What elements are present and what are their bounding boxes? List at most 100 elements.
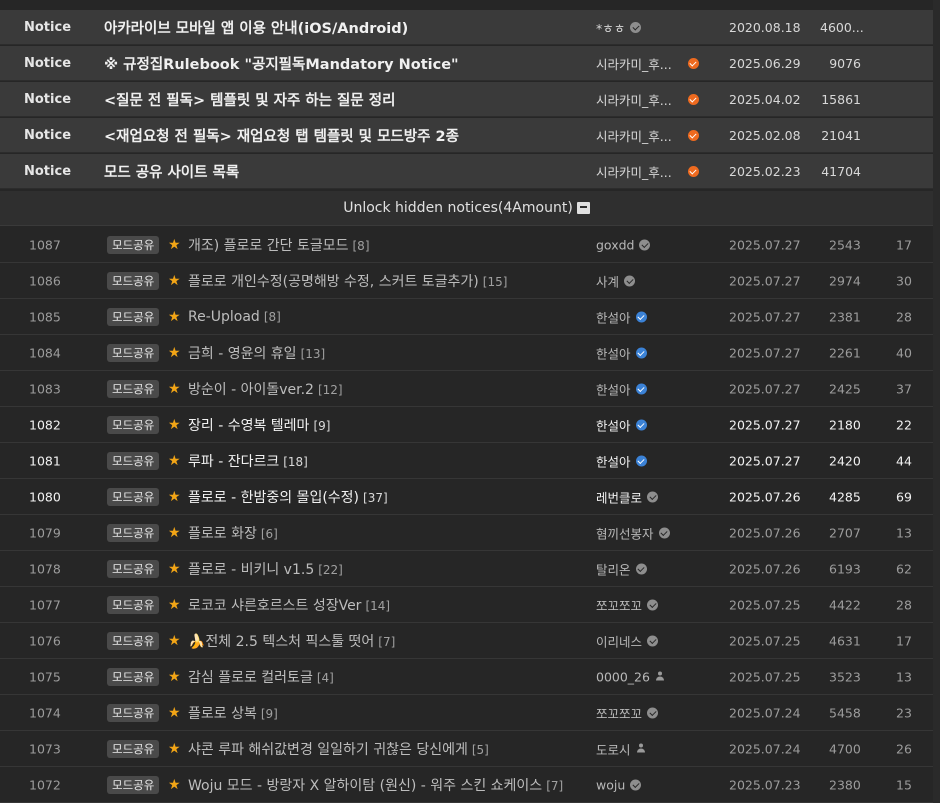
table-row[interactable]: 1078 모드공유 ★ 플로로 - 비키니 v1.5 [22] 탈리온 2025.07.26… xyxy=(0,551,933,587)
notice-author[interactable]: 시라카미_후... xyxy=(596,162,699,181)
notice-row[interactable]: Notice 아카라이브 모바일 앱 이용 안내(iOS/Android) *ㅎㅎ 2… xyxy=(0,10,933,45)
post-title-text: 장리 - 수영복 텔레마 xyxy=(188,417,310,434)
post-title-link[interactable]: 루파 - 잔다르크 [18] xyxy=(188,451,308,471)
category-badge[interactable]: 모드공유 xyxy=(107,559,160,578)
post-recommends: 17 xyxy=(896,633,912,648)
post-title-link[interactable]: 플로로 개인수정(공명해방 수정, 스커트 토글추가) [15] xyxy=(188,271,507,291)
category-badge[interactable]: 모드공유 xyxy=(107,775,160,794)
post-author[interactable]: 사계 xyxy=(596,271,636,290)
post-title-link[interactable]: 플로로 화장 [6] xyxy=(188,523,278,543)
notice-title-link[interactable]: ※ 규정집Rulebook "공지필독Mandatory Notice" xyxy=(104,53,459,74)
post-author[interactable]: 레번클로 xyxy=(596,487,659,506)
post-title-link[interactable]: 감심 플로로 컬러토글 [4] xyxy=(188,667,334,687)
table-row[interactable]: 1076 모드공유 ★ 🍌전체 2.5 텍스처 픽스툴 떳어 [7] 이리네스 2025.0… xyxy=(0,623,933,659)
category-badge[interactable]: 모드공유 xyxy=(107,343,160,362)
comment-count: [37] xyxy=(363,490,388,505)
table-row[interactable]: 1079 모드공유 ★ 플로로 화장 [6] 혐끼선봉자 2025.07.26 2707 13 xyxy=(0,515,933,551)
post-author[interactable]: 혐끼선봉자 xyxy=(596,523,670,542)
post-author[interactable]: 0000_26 xyxy=(596,669,665,684)
table-row[interactable]: 1072 모드공유 ★ Woju 모드 - 방랑자 X 알하이탐 (원신) - 워주 … xyxy=(0,767,933,803)
notice-title-link[interactable]: <재업요청 전 필독> 재업요청 탭 템플릿 및 모드방주 2종 xyxy=(104,125,459,146)
post-author[interactable]: woju xyxy=(596,777,642,792)
author-name: 탈리온 xyxy=(596,562,631,577)
post-title-link[interactable]: 개조) 플로로 간단 토글모드 [8] xyxy=(188,235,370,255)
table-row[interactable]: 1085 모드공유 ★ Re-Upload [8] 한설아 2025.07.27 2381 28 xyxy=(0,299,933,335)
post-author[interactable]: goxdd xyxy=(596,237,651,252)
scrollbar-track[interactable] xyxy=(933,0,940,803)
notice-row[interactable]: Notice 모드 공유 사이트 목록 시라카미_후... 2025.02.23 417… xyxy=(0,154,933,189)
post-views: 2420 xyxy=(829,453,861,468)
table-row[interactable]: 1081 모드공유 ★ 루파 - 잔다르크 [18] 한설아 2025.07.27 2420 4… xyxy=(0,443,933,479)
category-badge[interactable]: 모드공유 xyxy=(107,451,160,470)
table-row[interactable]: 1075 모드공유 ★ 감심 플로로 컬러토글 [4] 0000_26 2025.07.25… xyxy=(0,659,933,695)
post-author[interactable]: 쪼꼬쪼꼬 xyxy=(596,703,659,722)
post-title-link[interactable]: 샤콘 루파 해쉬값변경 일일하기 귀찮은 당신에게 [5] xyxy=(188,739,489,759)
notice-author[interactable]: 시라카미_후... xyxy=(596,54,699,73)
notice-row[interactable]: Notice <질문 전 필독> 템플릿 및 자주 하는 질문 정리 시라카미_후.… xyxy=(0,82,933,117)
post-author[interactable]: 한설아 xyxy=(596,415,647,434)
notice-row[interactable]: Notice ※ 규정집Rulebook "공지필독Mandatory Notic… xyxy=(0,46,933,81)
category-badge[interactable]: 모드공유 xyxy=(107,307,160,326)
post-title-link[interactable]: 플로로 상복 [9] xyxy=(188,703,278,723)
table-row[interactable]: 1074 모드공유 ★ 플로로 상복 [9] 쪼꼬쪼꼬 2025.07.24 5458 23 xyxy=(0,695,933,731)
category-badge[interactable]: 모드공유 xyxy=(107,271,160,290)
notice-title-link[interactable]: <질문 전 필독> 템플릿 및 자주 하는 질문 정리 xyxy=(104,89,395,110)
post-title-link[interactable]: 플로로 - 한밤중의 몰입(수정) [37] xyxy=(188,487,388,507)
category-badge[interactable]: 모드공유 xyxy=(107,415,160,434)
table-row[interactable]: 1086 모드공유 ★ 플로로 개인수정(공명해방 수정, 스커트 토글추가) [15]… xyxy=(0,263,933,299)
notice-author[interactable]: 시라카미_후... xyxy=(596,90,699,109)
post-date: 2025.07.25 xyxy=(729,633,801,648)
post-author[interactable]: 한설아 xyxy=(596,343,647,362)
post-title-link[interactable]: 장리 - 수영복 텔레마 [9] xyxy=(188,415,330,435)
notice-author[interactable]: 시라카미_후... xyxy=(596,126,699,145)
table-row[interactable]: 1073 모드공유 ★ 샤콘 루파 해쉬값변경 일일하기 귀찮은 당신에게 [5] 도로시… xyxy=(0,731,933,767)
post-title-link[interactable]: Woju 모드 - 방랑자 X 알하이탐 (원신) - 워주 스킨 쇼케이스 [7… xyxy=(188,775,563,795)
staff-badge-icon xyxy=(687,93,699,105)
post-title-link[interactable]: Re-Upload [8] xyxy=(188,309,281,325)
table-row[interactable]: 1080 모드공유 ★ 플로로 - 한밤중의 몰입(수정) [37] 레번클로 2025.0… xyxy=(0,479,933,515)
post-title-link[interactable]: 로코코 샤른호르스트 성장Ver [14] xyxy=(188,595,390,615)
post-number: 1075 xyxy=(29,669,61,684)
author-name: 한설아 xyxy=(596,346,631,361)
category-badge[interactable]: 모드공유 xyxy=(107,523,160,542)
post-title-link[interactable]: 방순이 - 아이돌ver.2 [12] xyxy=(188,379,343,399)
post-recommends: 13 xyxy=(896,525,912,540)
category-badge[interactable]: 모드공유 xyxy=(107,667,160,686)
post-views: 2180 xyxy=(829,417,861,432)
table-row[interactable]: 1084 모드공유 ★ 금희 - 영윤의 휴일 [13] 한설아 2025.07.27 226… xyxy=(0,335,933,371)
post-title-link[interactable]: 금희 - 영윤의 휴일 [13] xyxy=(188,343,325,363)
post-author[interactable]: 탈리온 xyxy=(596,559,647,578)
post-views: 2425 xyxy=(829,381,861,396)
notice-title-link[interactable]: 모드 공유 사이트 목록 xyxy=(104,161,239,182)
post-author[interactable]: 한설아 xyxy=(596,451,647,470)
notice-title-link[interactable]: 아카라이브 모바일 앱 이용 안내(iOS/Android) xyxy=(104,17,408,38)
category-badge[interactable]: 모드공유 xyxy=(107,595,160,614)
category-badge[interactable]: 모드공유 xyxy=(107,631,160,650)
notice-row[interactable]: Notice <재업요청 전 필독> 재업요청 탭 템플릿 및 모드방주 2종 시라… xyxy=(0,118,933,153)
star-icon: ★ xyxy=(168,632,181,649)
table-row[interactable]: 1087 모드공유 ★ 개조) 플로로 간단 토글모드 [8] goxdd 2025.07.… xyxy=(0,227,933,263)
post-author[interactable]: 한설아 xyxy=(596,379,647,398)
table-row[interactable]: 1083 모드공유 ★ 방순이 - 아이돌ver.2 [12] 한설아 2025.07.27… xyxy=(0,371,933,407)
category-badge[interactable]: 모드공유 xyxy=(107,379,160,398)
category-badge[interactable]: 모드공유 xyxy=(107,703,160,722)
post-author[interactable]: 도로시 xyxy=(596,739,646,758)
post-author[interactable]: 한설아 xyxy=(596,307,647,326)
unlock-hidden-notices-button[interactable]: Unlock hidden notices(4Amount) xyxy=(0,191,933,226)
post-recommends: 28 xyxy=(896,309,912,324)
category-badge[interactable]: 모드공유 xyxy=(107,739,160,758)
post-author[interactable]: 쪼꼬쪼꼬 xyxy=(596,595,659,614)
table-row[interactable]: 1077 모드공유 ★ 로코코 샤른호르스트 성장Ver [14] 쪼꼬쪼꼬 2025.07… xyxy=(0,587,933,623)
post-title-link[interactable]: 플로로 - 비키니 v1.5 [22] xyxy=(188,559,343,579)
post-recommends: 15 xyxy=(896,777,912,792)
table-row[interactable]: 1082 모드공유 ★ 장리 - 수영복 텔레마 [9] 한설아 2025.07.27 218… xyxy=(0,407,933,443)
comment-count: [4] xyxy=(316,670,334,685)
notice-author[interactable]: *ㅎㅎ xyxy=(596,18,642,37)
notice-date: 2025.06.29 xyxy=(729,55,801,71)
category-badge[interactable]: 모드공유 xyxy=(107,235,160,254)
post-author[interactable]: 이리네스 xyxy=(596,631,659,650)
post-date: 2025.07.27 xyxy=(729,273,801,288)
category-badge[interactable]: 모드공유 xyxy=(107,487,160,506)
post-title-link[interactable]: 🍌전체 2.5 텍스처 픽스툴 떳어 [7] xyxy=(188,631,395,651)
author-name: 이리네스 xyxy=(596,634,643,649)
